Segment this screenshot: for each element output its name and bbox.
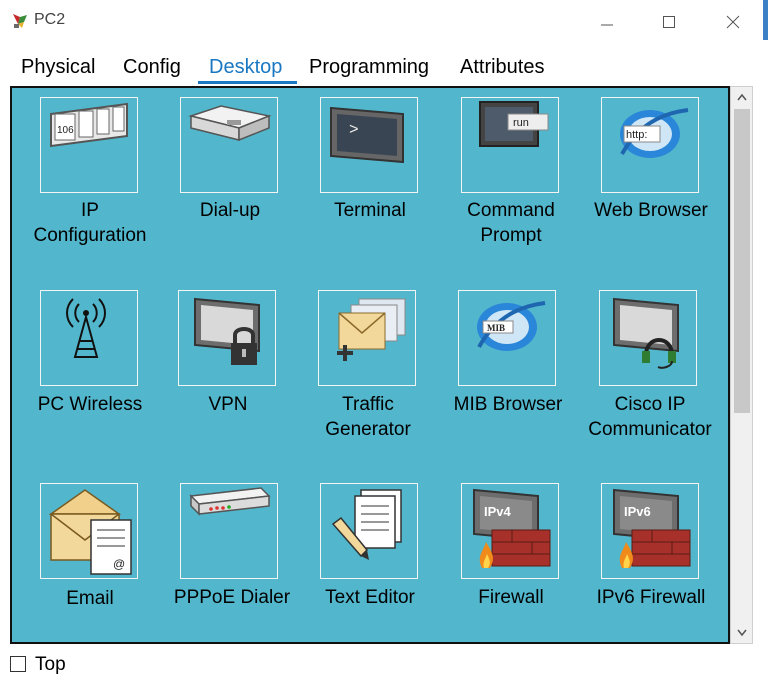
app-label-text-editor: Text Editor	[325, 587, 415, 608]
app-label-ipv6-firewall: IPv6 Firewall	[596, 587, 706, 608]
packet-tracer-pc-icon	[13, 14, 27, 28]
scroll-down-button[interactable]	[731, 623, 752, 643]
vertical-scrollbar[interactable]	[730, 86, 753, 644]
close-icon	[726, 15, 740, 29]
app-label-mib-browser: MIB Browser	[453, 394, 563, 415]
app-mib-browser[interactable]: MIB	[458, 290, 556, 386]
app-web-browser[interactable]: http:	[601, 97, 699, 193]
app-vpn[interactable]	[178, 290, 276, 386]
app-pc-wireless[interactable]	[40, 290, 138, 386]
app-label-vpn: VPN	[208, 394, 248, 415]
chevron-down-icon	[736, 629, 747, 637]
http-badge: http:	[626, 129, 647, 141]
traffic-envelopes-icon	[337, 298, 406, 361]
desktop-panel: 106 IP Configuration Dial-up > Terminal …	[10, 86, 730, 644]
ip-badge: 106	[57, 125, 74, 136]
app-label-pppoe-dialer: PPPoE Dialer	[173, 587, 291, 608]
chevron-up-icon	[736, 93, 747, 101]
email-icon: @	[48, 489, 132, 575]
app-label-email: Email	[66, 588, 114, 609]
app-command-prompt[interactable]: run	[461, 97, 559, 193]
firewall-icon: IPv4	[473, 488, 551, 568]
app-label-web-browser: Web Browser	[594, 200, 708, 221]
at-badge: @	[113, 557, 125, 571]
footer: Top	[10, 654, 210, 678]
minimize-button[interactable]	[584, 6, 630, 38]
app-label-traffic-generator: Traffic Generator	[325, 394, 411, 440]
app-label-dial-up: Dial-up	[199, 200, 261, 221]
headset-monitor-icon	[613, 297, 679, 369]
run-badge: run	[513, 117, 529, 129]
app-pppoe-dialer[interactable]	[180, 483, 278, 579]
scroll-thumb[interactable]	[734, 109, 750, 413]
app-ipv6-firewall[interactable]: IPv6	[601, 483, 699, 579]
app-firewall[interactable]: IPv4	[461, 483, 559, 579]
maximize-icon	[663, 16, 675, 28]
ip-configuration-icon: 106	[50, 102, 128, 148]
app-ip-configuration[interactable]: 106	[40, 97, 138, 193]
tab-programming[interactable]: Programming	[309, 56, 429, 79]
terminal-icon: >	[330, 106, 404, 164]
app-terminal[interactable]: >	[320, 97, 418, 193]
top-label: Top	[35, 654, 66, 675]
ipv6-badge: IPv6	[624, 504, 651, 519]
tab-desktop[interactable]: Desktop	[209, 56, 282, 79]
app-email[interactable]: @	[40, 483, 138, 579]
scroll-up-button[interactable]	[731, 87, 752, 107]
web-browser-icon: http:	[620, 108, 689, 158]
mib-badge: MIB	[487, 323, 505, 333]
app-label-cisco-ip-communicator: Cisco IP Communicator	[588, 394, 712, 440]
vpn-lock-icon	[194, 297, 260, 365]
app-traffic-generator[interactable]	[318, 290, 416, 386]
tab-physical[interactable]: Physical	[21, 56, 95, 79]
minimize-icon	[601, 24, 613, 26]
background-window-edge	[763, 0, 768, 40]
app-text-editor[interactable]	[320, 483, 418, 579]
tab-config[interactable]: Config	[123, 56, 181, 79]
tab-attributes[interactable]: Attributes	[460, 56, 544, 79]
modem-icon	[188, 105, 272, 142]
window-title: PC2	[34, 11, 66, 28]
app-label-firewall: Firewall	[478, 587, 544, 608]
app-cisco-ip-communicator[interactable]	[599, 290, 697, 386]
active-tab-indicator	[198, 81, 297, 84]
ipv6-firewall-icon: IPv6	[613, 488, 691, 568]
maximize-button[interactable]	[646, 6, 692, 38]
app-label-command-prompt: Command Prompt	[467, 200, 555, 246]
ipv4-badge: IPv4	[484, 504, 512, 519]
svg-text:>: >	[349, 121, 359, 139]
app-label-ip-configuration: IP Configuration	[33, 200, 147, 246]
app-label-terminal: Terminal	[334, 200, 406, 221]
mib-browser-icon: MIB	[477, 301, 546, 351]
wireless-tower-icon	[66, 298, 106, 358]
title-bar: PC2	[0, 0, 768, 44]
pppoe-device-icon	[189, 487, 271, 516]
text-editor-icon	[331, 489, 402, 560]
app-dial-up[interactable]	[180, 97, 278, 193]
close-button[interactable]	[710, 6, 756, 38]
top-checkbox[interactable]	[10, 656, 26, 672]
app-label-pc-wireless: PC Wireless	[37, 394, 143, 415]
command-prompt-icon: run	[479, 101, 549, 147]
